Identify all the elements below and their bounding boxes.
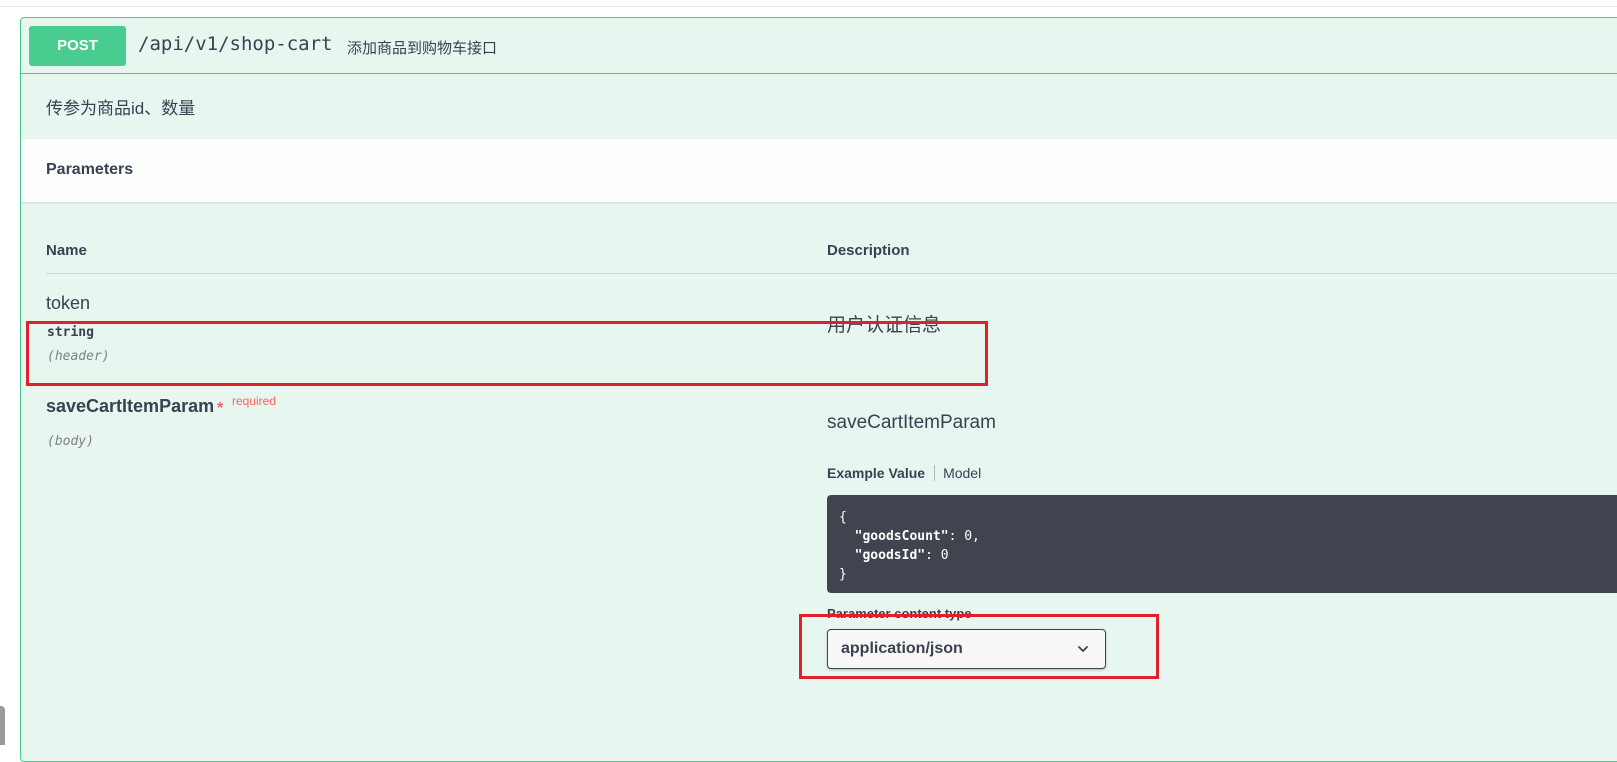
operation-description: 传参为商品id、数量: [46, 99, 196, 118]
top-strip: [0, 0, 1617, 7]
window-corner: [0, 706, 5, 745]
parameters-header: Parameters: [21, 139, 1617, 202]
code-value-goodscount: : 0,: [948, 529, 980, 544]
example-code-block[interactable]: { "goodsCount": 0, "goodsId": 0 }: [827, 495, 1617, 593]
param-name-body: saveCartItemParam: [46, 396, 215, 416]
example-tabs: Example Value Model: [827, 462, 981, 484]
code-close-brace: }: [839, 567, 847, 582]
code-key-goodsid: "goodsId": [854, 548, 926, 563]
code-key-goodscount: "goodsCount": [854, 529, 949, 544]
endpoint-path: /api/v1/shop-cart: [138, 33, 333, 55]
tab-example-value[interactable]: Example Value: [827, 465, 936, 481]
required-label: required: [232, 394, 277, 408]
param-in-body: (body): [47, 434, 94, 449]
highlight-box-token: [26, 321, 988, 386]
column-divider: [46, 273, 1617, 274]
highlight-box-content-type: [799, 614, 1159, 679]
parameters-title: Parameters: [46, 161, 134, 178]
code-open-brace: {: [839, 510, 847, 525]
required-star: *: [217, 400, 224, 417]
method-badge: POST: [29, 26, 126, 66]
column-header-description: Description: [827, 242, 910, 259]
param-name-token: token: [46, 293, 91, 313]
code-value-goodsid: : 0: [925, 548, 949, 563]
param-desc-body: saveCartItemParam: [827, 412, 996, 433]
column-header-name: Name: [46, 242, 87, 259]
opblock-summary[interactable]: POST /api/v1/shop-cart 添加商品到购物车接口: [21, 18, 1617, 74]
endpoint-summary: 添加商品到购物车接口: [347, 40, 498, 57]
tab-model[interactable]: Model: [935, 465, 981, 481]
